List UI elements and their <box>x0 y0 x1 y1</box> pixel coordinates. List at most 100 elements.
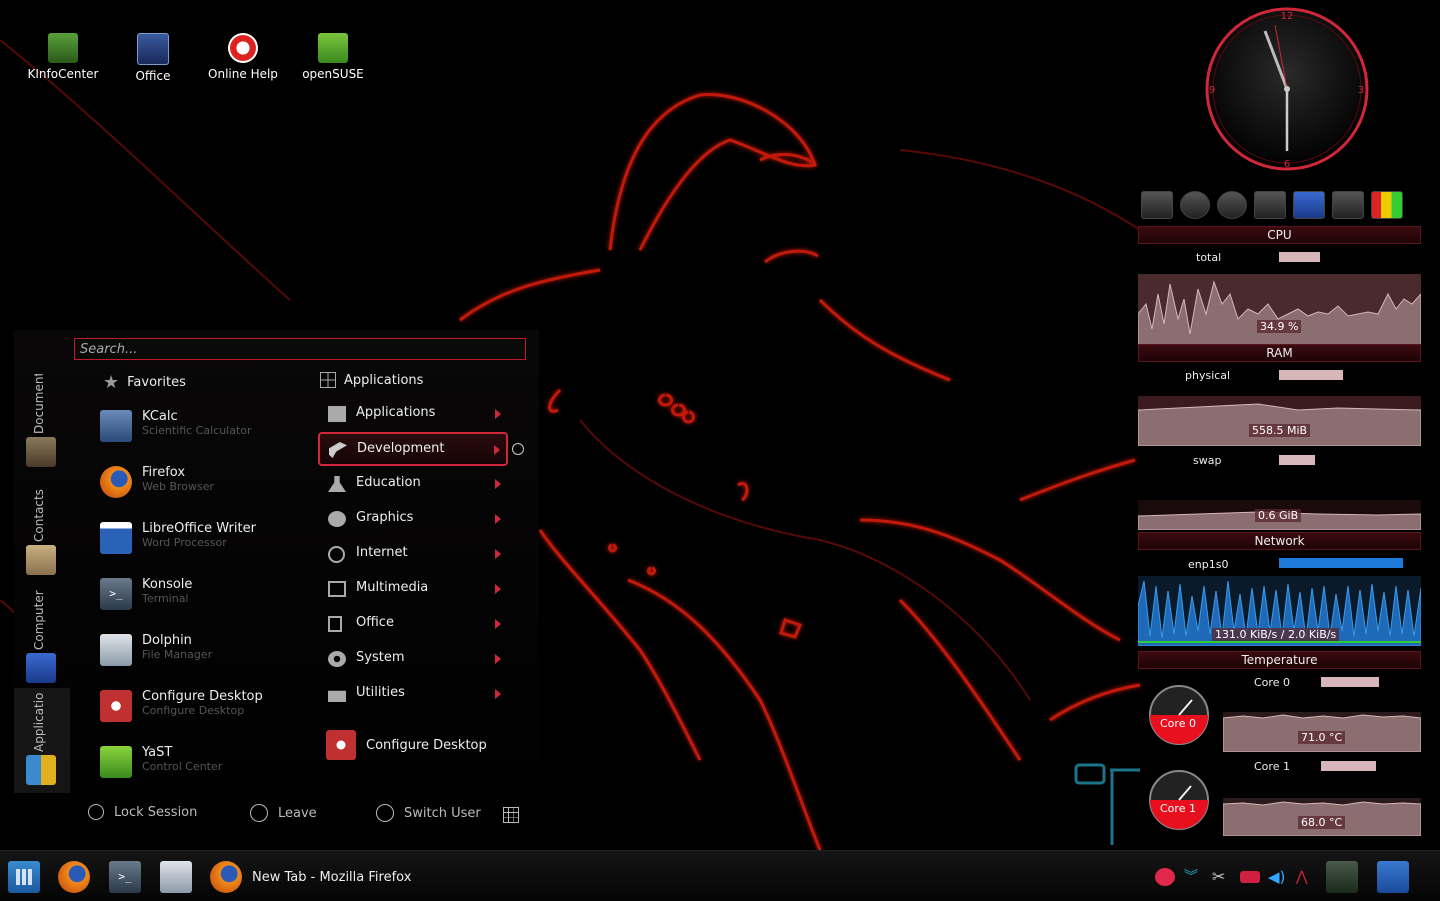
cpu-percentage: 34.9 % <box>1257 320 1302 333</box>
education-flask-icon <box>328 476 346 492</box>
network-interface-label: enp1s0 <box>1188 558 1229 571</box>
chevron-right-icon <box>495 549 501 559</box>
tray-system-monitor-icon[interactable] <box>1326 861 1358 893</box>
category-name: System <box>356 650 405 665</box>
favorite-firefox[interactable]: Firefox Web Browser <box>100 462 310 502</box>
tab-contacts-label: Contacts <box>32 489 46 542</box>
category-applications[interactable]: Applications <box>319 398 507 430</box>
favorite-desc: Web Browser <box>142 480 215 493</box>
favorite-dolphin[interactable]: Dolphin File Manager <box>100 630 310 670</box>
lock-session-label: Lock Session <box>114 804 198 820</box>
applications-grid-icon <box>26 755 56 785</box>
taskbar-konsole-launcher[interactable]: >_ <box>109 861 141 893</box>
favorite-desc: File Manager <box>142 648 213 661</box>
graphics-palette-icon <box>328 511 346 527</box>
core1-bar <box>1321 761 1376 771</box>
settings-gear-icon <box>100 690 132 722</box>
favorite-libreoffice-writer[interactable]: LibreOffice Writer Word Processor <box>100 518 310 558</box>
tray-scissors-icon[interactable]: ✂ <box>1212 868 1232 886</box>
tray-volume-icon[interactable]: ◀) <box>1268 868 1288 886</box>
window-grid-icon[interactable] <box>1293 191 1325 219</box>
core0-bar <box>1321 677 1379 687</box>
leave-label: Leave <box>278 805 317 821</box>
category-multimedia[interactable]: Multimedia <box>319 573 507 605</box>
task-firefox-window[interactable]: New Tab - Mozilla Firefox <box>210 861 411 893</box>
category-utilities[interactable]: Utilities <box>319 678 507 710</box>
ram-header: RAM <box>1138 344 1421 362</box>
storage-icon[interactable] <box>1141 191 1173 219</box>
category-graphics[interactable]: Graphics <box>319 503 507 535</box>
tray-disk-icon[interactable] <box>1240 871 1260 883</box>
category-name: Multimedia <box>356 580 429 595</box>
desktop-icon-opensuse[interactable]: openSUSE <box>297 33 369 81</box>
tray-desktop-pager-icon[interactable] <box>1377 861 1409 893</box>
tab-computer[interactable]: Computer <box>14 586 70 691</box>
switch-user-button[interactable]: Switch User <box>376 804 481 822</box>
favorites-title: ★ Favorites <box>103 372 186 393</box>
favorite-desc: Configure Desktop <box>142 704 245 717</box>
category-development[interactable]: Development <box>318 432 508 466</box>
tab-documents-label: Documents <box>32 374 46 434</box>
favorite-name: Firefox <box>142 465 186 480</box>
desktop-icon-kinfocenter[interactable]: KInfoCenter <box>27 33 99 81</box>
memory-card-icon[interactable] <box>1254 191 1286 219</box>
opensuse-icon <box>318 33 348 63</box>
favorite-yast[interactable]: YaST Control Center <box>100 742 310 782</box>
network-header: Network <box>1138 532 1421 550</box>
configure-desktop-item[interactable]: Configure Desktop <box>326 730 487 760</box>
office-doc-icon <box>328 616 342 632</box>
tab-applications[interactable]: Applications <box>14 688 70 793</box>
launcher-side-tabs: Documents Contacts Computer Applications <box>14 360 70 830</box>
tray-chevron-icon[interactable]: ︾ <box>1184 868 1204 886</box>
configure-desktop-label: Configure Desktop <box>366 737 487 753</box>
tray-status-icon[interactable] <box>1155 868 1175 886</box>
writer-icon <box>100 522 132 554</box>
hard-disk-2-icon[interactable] <box>1217 191 1247 219</box>
clock-numeral-3: 3 <box>1358 85 1364 96</box>
switch-user-icon <box>376 804 394 822</box>
desktop-icon-label: KInfoCenter <box>27 67 99 81</box>
favorite-kcalc[interactable]: KCalc Scientific Calculator <box>100 406 310 446</box>
favorite-konsole[interactable]: >_ Konsole Terminal <box>100 574 310 614</box>
utilities-icon <box>328 690 346 702</box>
applications-title-text: Applications <box>344 372 424 388</box>
star-icon: ★ <box>103 372 120 393</box>
firefox-icon <box>210 861 242 893</box>
application-launcher-button[interactable] <box>8 861 40 893</box>
category-education[interactable]: Education <box>319 468 507 500</box>
category-name: Internet <box>356 545 408 560</box>
tray-network-icon[interactable]: ⋀ <box>1296 868 1316 886</box>
help-lifebuoy-icon <box>228 33 258 63</box>
core1-gauge-label: Core 1 <box>1160 802 1196 815</box>
taskbar-firefox-launcher[interactable] <box>58 861 90 893</box>
leave-button[interactable]: Leave <box>250 804 317 822</box>
hard-disk-icon[interactable] <box>1180 191 1210 219</box>
search-input[interactable] <box>74 338 526 360</box>
lock-session-button[interactable]: Lock Session <box>88 804 197 820</box>
cpu-chip-icon[interactable] <box>1332 191 1364 219</box>
taskbar-dolphin-launcher[interactable] <box>160 861 192 893</box>
desktop-icon-online-help[interactable]: Online Help <box>207 33 279 81</box>
clock-numeral-9: 9 <box>1209 85 1215 96</box>
view-grid-icon[interactable] <box>503 807 519 823</box>
category-name: Graphics <box>356 510 414 525</box>
development-hammer-icon <box>329 442 347 458</box>
taskbar: >_ New Tab - Mozilla Firefox ︾ ✂ ◀) ⋀ <box>0 850 1440 901</box>
tab-contacts[interactable]: Contacts <box>14 478 70 583</box>
signal-bars-icon[interactable] <box>1371 191 1403 219</box>
firefox-icon <box>100 466 132 498</box>
task-title: New Tab - Mozilla Firefox <box>252 869 412 885</box>
chevron-right-icon <box>494 445 500 455</box>
category-office[interactable]: Office <box>319 608 507 640</box>
tab-applications-label: Applications <box>32 692 46 752</box>
favorite-configure-desktop[interactable]: Configure Desktop Configure Desktop <box>100 686 310 726</box>
tab-documents[interactable]: Documents <box>14 370 70 475</box>
chevron-right-icon <box>495 479 501 489</box>
category-internet[interactable]: Internet <box>319 538 507 570</box>
desktop-icon-office[interactable]: Office <box>117 33 189 83</box>
desktop-icon-label: openSUSE <box>302 67 364 81</box>
category-name: Office <box>356 615 394 630</box>
launcher-grid-icon <box>16 869 32 885</box>
category-name: Utilities <box>356 685 405 700</box>
category-system[interactable]: System <box>319 643 507 675</box>
